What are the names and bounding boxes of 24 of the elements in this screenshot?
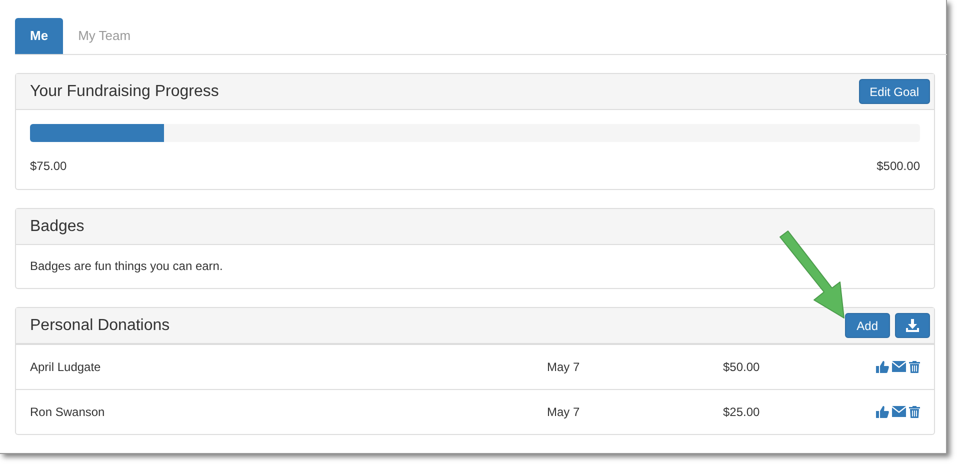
panel-title: Personal Donations	[30, 316, 171, 334]
donor-name: Ron Swanson	[30, 405, 105, 419]
donation-date: May 7	[547, 360, 580, 374]
thumbs-up-icon[interactable]	[876, 406, 889, 418]
goal-amount: $500.00	[876, 159, 920, 173]
download-button[interactable]	[895, 313, 930, 338]
donation-date: May 7	[547, 405, 580, 419]
donation-amount: $25.00	[723, 405, 760, 419]
donor-name: April Ludgate	[30, 360, 101, 374]
download-icon	[906, 319, 919, 332]
panel-title: Your Fundraising Progress	[30, 82, 220, 100]
mail-icon[interactable]	[892, 361, 906, 372]
edit-goal-button[interactable]: Edit Goal	[858, 79, 930, 104]
tab[interactable]: Me	[15, 18, 64, 54]
panel-title: Badges	[30, 218, 86, 236]
donation-amount: $50.00	[723, 360, 760, 374]
badges-text: Badges are fun things you can earn.	[30, 259, 223, 273]
mail-icon[interactable]	[892, 406, 906, 417]
add-button[interactable]: Add	[844, 313, 890, 338]
trash-icon[interactable]	[909, 361, 920, 373]
thumbs-up-icon[interactable]	[876, 361, 889, 373]
trash-icon[interactable]	[909, 406, 920, 418]
raised-amount: $75.00	[30, 159, 67, 173]
tab[interactable]: My Team	[63, 18, 146, 54]
